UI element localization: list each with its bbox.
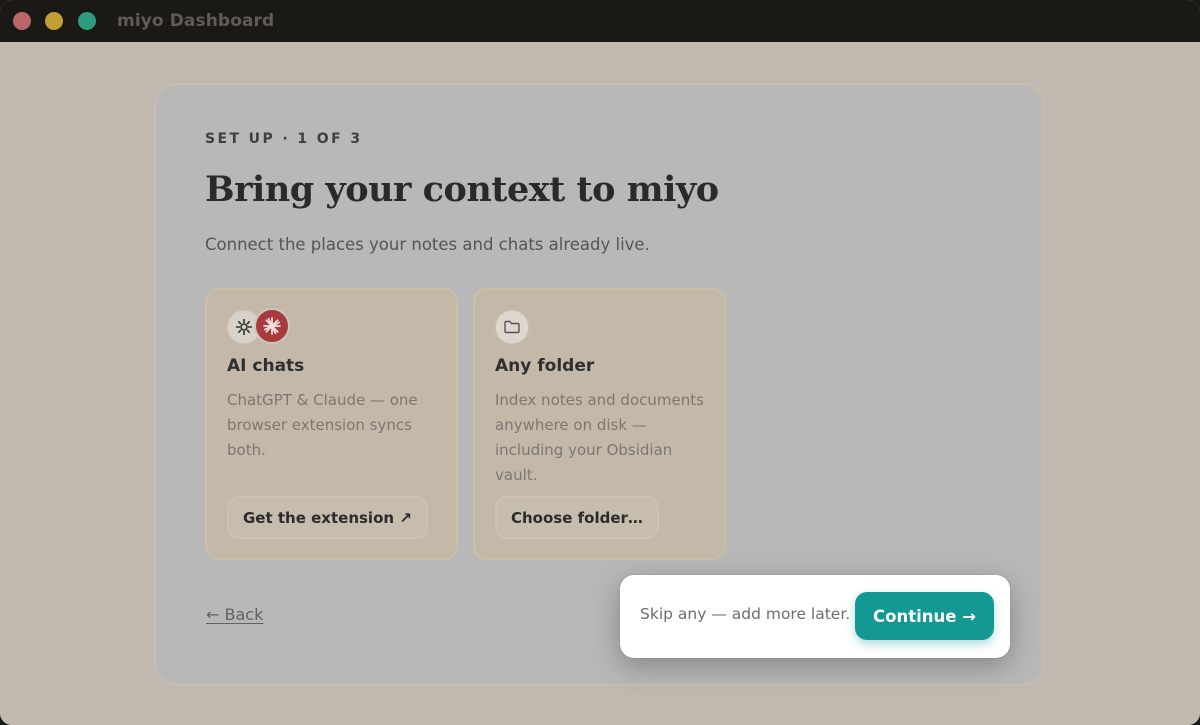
step-indicator: SET UP · 1 OF 3 <box>205 131 363 147</box>
title-bar: miyo Dashboard <box>0 0 1200 42</box>
folder-icon <box>495 310 529 344</box>
source-card-any-folder: Any folder Index notes and documents any… <box>473 288 726 560</box>
minimize-window-button[interactable] <box>45 12 63 30</box>
window-title: miyo Dashboard <box>117 11 275 31</box>
source-card-ai-chats: AI chats ChatGPT & Claude — one browser … <box>205 288 458 560</box>
skip-hint: Skip any — add more later. <box>640 605 851 623</box>
claude-icon <box>254 308 290 344</box>
continue-panel: Skip any — add more later. Continue → <box>620 575 1010 658</box>
back-link[interactable]: ← Back <box>206 605 263 624</box>
source-description: ChatGPT & Claude — one browser extension… <box>227 391 418 459</box>
get-extension-button[interactable]: Get the extension ↗ <box>227 496 428 539</box>
page-subtitle: Connect the places your notes and chats … <box>205 235 650 254</box>
app-window: miyo Dashboard SET UP · 1 OF 3 Bring you… <box>0 0 1200 725</box>
close-window-button[interactable] <box>13 12 31 30</box>
continue-button[interactable]: Continue → <box>855 592 994 640</box>
choose-folder-button[interactable]: Choose folder… <box>495 496 659 539</box>
source-title: AI chats <box>227 356 305 376</box>
source-title: Any folder <box>495 356 595 376</box>
source-description: Index notes and documents anywhere on di… <box>495 391 704 484</box>
page-title: Bring your context to miyo <box>205 169 719 210</box>
maximize-window-button[interactable] <box>78 12 96 30</box>
